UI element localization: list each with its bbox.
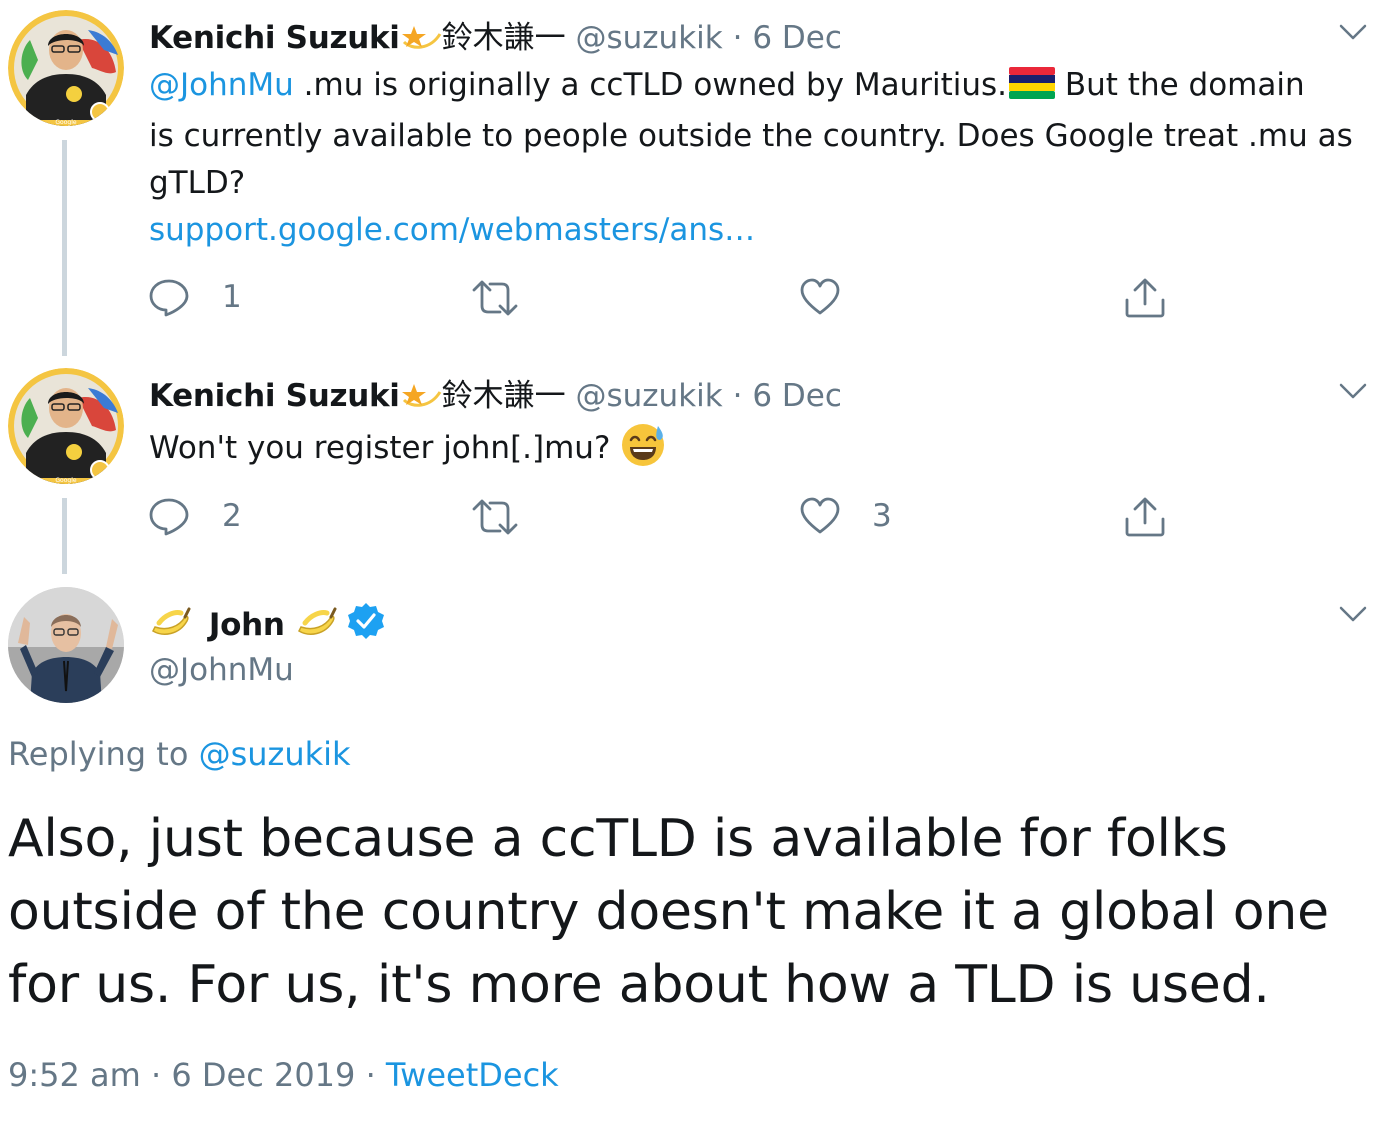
tweet-date[interactable]: 6 Dec <box>752 20 842 56</box>
thread-line <box>62 498 67 574</box>
like-icon <box>800 278 840 315</box>
retweet-icon <box>472 499 518 535</box>
chevron-down-icon[interactable] <box>1338 381 1368 405</box>
handle[interactable]: @suzukik <box>575 20 722 56</box>
avatar-kenichi[interactable]: Google <box>8 368 124 484</box>
chevron-down-icon[interactable] <box>1338 604 1368 628</box>
share-button[interactable] <box>1124 278 1166 318</box>
main-tweet-text: Also, just because a ccTLD is available … <box>8 809 1329 1015</box>
handle[interactable]: @suzukik <box>575 378 722 414</box>
author-suffix: 鈴木謙一 <box>441 20 566 56</box>
author-name[interactable]: Kenichi Suzuki <box>149 20 400 56</box>
tweet-text: Won't you register john[.]mu? <box>149 422 1369 482</box>
reply-button[interactable]: 2 <box>148 496 242 536</box>
verified-badge-icon <box>346 601 386 651</box>
tweet-header: Kenichi Suzuki 鈴木謙一 @suzukik · 6 Dec <box>149 374 842 420</box>
avatar-john[interactable] <box>8 587 124 703</box>
replying-to: Replying to @suzukik <box>8 733 351 775</box>
star-icon <box>400 374 442 420</box>
retweet-button[interactable] <box>470 280 552 316</box>
mauritius-flag-icon <box>1009 66 1056 113</box>
tweet-text-part: .mu is originally a ccTLD owned by Mauri… <box>293 67 1008 103</box>
tweet-header: Kenichi Suzuki 鈴木謙一 @suzukik · 6 Dec <box>149 16 842 62</box>
author-name[interactable]: John <box>209 607 285 643</box>
reply-icon <box>149 498 189 536</box>
separator: · <box>732 378 743 414</box>
tweet-text: @JohnMu .mu is originally a ccTLD owned … <box>149 62 1369 254</box>
share-icon <box>1125 497 1165 537</box>
share-icon <box>1125 278 1165 318</box>
tweet-date[interactable]: 6 Dec <box>752 378 842 414</box>
reply-icon <box>149 279 189 317</box>
tweet-text-part: But the domain <box>1055 67 1305 103</box>
main-tweet-handle: @JohnMu <box>149 650 294 690</box>
handle[interactable]: @JohnMu <box>149 652 294 688</box>
mention-link[interactable]: @JohnMu <box>149 67 294 103</box>
like-button[interactable] <box>800 278 872 316</box>
thread-line <box>62 140 67 356</box>
tweet-time[interactable]: 9:52 am <box>8 1056 141 1094</box>
avatar-kenichi[interactable]: Google <box>8 10 124 126</box>
chevron-down-icon[interactable] <box>1338 22 1368 46</box>
tweet-source-link[interactable]: TweetDeck <box>386 1056 559 1094</box>
star-icon <box>400 16 442 62</box>
tweet-link[interactable]: support.google.com/webmasters/ans… <box>149 212 755 248</box>
sweat-smile-emoji <box>620 422 666 482</box>
svg-text:Google: Google <box>55 477 76 484</box>
replying-handle-link[interactable]: @suzukik <box>199 735 351 773</box>
separator: · <box>150 1056 162 1094</box>
author-name[interactable]: Kenichi Suzuki <box>149 378 400 414</box>
reply-button[interactable]: 1 <box>148 277 242 317</box>
reply-count: 1 <box>222 279 242 315</box>
tweet-meta: 9:52 am · 6 Dec 2019 · TweetDeck <box>8 1056 559 1094</box>
tweet-full-date[interactable]: 6 Dec 2019 <box>171 1056 355 1094</box>
tweet-text-part: Won't you register john[.]mu? <box>149 430 621 466</box>
replying-label: Replying to <box>8 735 199 773</box>
separator: · <box>365 1056 376 1094</box>
separator: · <box>732 20 743 56</box>
banana-icon <box>149 601 191 651</box>
tweet-text-part: is currently available to people outside… <box>149 118 1353 201</box>
retweet-icon <box>472 280 518 316</box>
retweet-button[interactable] <box>470 499 552 535</box>
banana-icon <box>295 601 337 651</box>
share-button[interactable] <box>1124 497 1166 537</box>
svg-text:Google: Google <box>55 119 76 126</box>
main-tweet-header: John <box>149 601 386 651</box>
like-icon <box>800 497 840 534</box>
like-count: 3 <box>872 498 892 534</box>
author-suffix: 鈴木謙一 <box>441 378 566 414</box>
reply-count: 2 <box>222 498 242 534</box>
like-button[interactable]: 3 <box>800 497 892 535</box>
